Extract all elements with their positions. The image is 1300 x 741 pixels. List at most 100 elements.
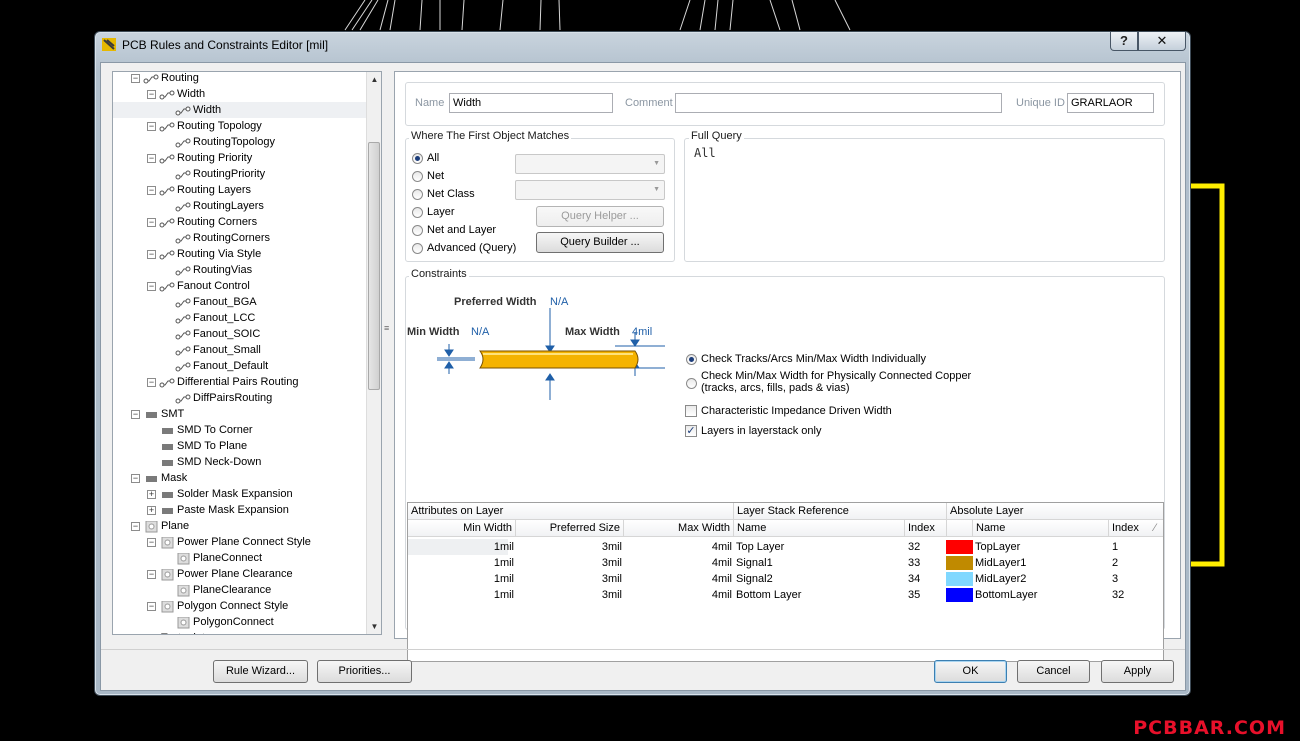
- preferred-width-value[interactable]: N/A: [550, 296, 568, 308]
- collapse-icon[interactable]: −: [147, 538, 156, 547]
- scroll-down-arrow-icon[interactable]: ▼: [367, 619, 381, 634]
- check-connected-copper-radio[interactable]: [686, 378, 697, 389]
- tree-item[interactable]: − Routing Priority: [113, 150, 367, 166]
- collapse-icon[interactable]: −: [131, 74, 140, 83]
- cell-max-width[interactable]: 4mil: [624, 539, 732, 555]
- tree-scrollbar[interactable]: ▲ ▼: [366, 72, 381, 634]
- cell-absolute-index[interactable]: 1: [1112, 539, 1162, 555]
- tree-item[interactable]: − Width: [113, 86, 367, 102]
- tree-item[interactable]: − Power Plane Clearance: [113, 566, 367, 582]
- collapse-icon[interactable]: −: [131, 522, 140, 531]
- help-button[interactable]: ?: [1110, 32, 1138, 51]
- collapse-icon[interactable]: −: [147, 602, 156, 611]
- tree-item[interactable]: − Routing Layers: [113, 182, 367, 198]
- tree-item[interactable]: DiffPairsRouting: [113, 390, 367, 406]
- match-radio-net[interactable]: [412, 171, 423, 182]
- cell-layer-stack-name[interactable]: Signal2: [736, 571, 904, 587]
- col-max-width[interactable]: Max Width: [624, 520, 734, 537]
- match-radio-net-and-layer[interactable]: [412, 225, 423, 236]
- cell-absolute-index[interactable]: 3: [1112, 571, 1162, 587]
- tree-item[interactable]: RoutingTopology: [113, 134, 367, 150]
- tree-item[interactable]: − Power Plane Connect Style: [113, 534, 367, 550]
- tree-item[interactable]: RoutingLayers: [113, 198, 367, 214]
- query-builder-button[interactable]: Query Builder ...: [536, 232, 664, 253]
- cell-min-width[interactable]: 1mil: [408, 571, 514, 587]
- splitter-grip-icon[interactable]: ≡: [384, 323, 392, 337]
- tree-item[interactable]: + Solder Mask Expansion: [113, 486, 367, 502]
- cell-layer-stack-index[interactable]: 34: [908, 571, 946, 587]
- cell-min-width[interactable]: 1mil: [408, 587, 514, 603]
- collapse-icon[interactable]: −: [131, 474, 140, 483]
- cell-layer-stack-index[interactable]: 32: [908, 539, 946, 555]
- rule-tree[interactable]: − Routing − Width Width − Routing Topology Rout…: [112, 71, 382, 635]
- priorities-button[interactable]: Priorities...: [317, 660, 412, 683]
- cell-absolute-name[interactable]: MidLayer2: [975, 571, 1107, 587]
- match-radio-net-class[interactable]: [412, 189, 423, 200]
- scroll-thumb[interactable]: [368, 142, 380, 390]
- scroll-up-arrow-icon[interactable]: ▲: [367, 72, 381, 87]
- tree-item[interactable]: RoutingCorners: [113, 230, 367, 246]
- ok-button[interactable]: OK: [934, 660, 1007, 683]
- tree-item[interactable]: − Routing: [113, 72, 367, 86]
- col-layer-stack-name[interactable]: Name: [734, 520, 905, 537]
- tree-item[interactable]: − Routing Topology: [113, 118, 367, 134]
- title-bar[interactable]: PCB Rules and Constraints Editor [mil] ?…: [95, 32, 1190, 58]
- collapse-icon[interactable]: −: [147, 218, 156, 227]
- cell-absolute-index[interactable]: 2: [1112, 555, 1162, 571]
- collapse-icon[interactable]: −: [147, 282, 156, 291]
- tree-item[interactable]: Fanout_BGA: [113, 294, 367, 310]
- cell-layer-stack-index[interactable]: 35: [908, 587, 946, 603]
- check-individual-radio[interactable]: [686, 354, 697, 365]
- tree-item[interactable]: PlaneClearance: [113, 582, 367, 598]
- tree-item[interactable]: − Routing Via Style: [113, 246, 367, 262]
- cell-absolute-name[interactable]: TopLayer: [975, 539, 1107, 555]
- impedance-driven-checkbox[interactable]: [685, 405, 697, 417]
- tree-item[interactable]: − Plane: [113, 518, 367, 534]
- cancel-button[interactable]: Cancel: [1017, 660, 1090, 683]
- cell-max-width[interactable]: 4mil: [624, 555, 732, 571]
- tree-item[interactable]: SMD To Corner: [113, 422, 367, 438]
- tree-item[interactable]: PolygonConnect: [113, 614, 367, 630]
- tree-item[interactable]: + Paste Mask Expansion: [113, 502, 367, 518]
- tree-item[interactable]: − Fanout Control: [113, 278, 367, 294]
- tree-item[interactable]: − Testpoint: [113, 630, 367, 635]
- collapse-icon[interactable]: −: [147, 570, 156, 579]
- net-combo[interactable]: ▼: [515, 154, 665, 174]
- cell-layer-stack-name[interactable]: Top Layer: [736, 539, 904, 555]
- close-button[interactable]: ✕: [1138, 32, 1186, 51]
- tree-item[interactable]: PlaneConnect: [113, 550, 367, 566]
- tree-item[interactable]: Width: [113, 102, 367, 118]
- cell-preferred-size[interactable]: 3mil: [516, 555, 622, 571]
- cell-layer-stack-name[interactable]: Bottom Layer: [736, 587, 904, 603]
- collapse-icon[interactable]: −: [147, 378, 156, 387]
- cell-absolute-name[interactable]: MidLayer1: [975, 555, 1107, 571]
- tree-item[interactable]: Fanout_SOIC: [113, 326, 367, 342]
- col-min-width[interactable]: Min Width: [408, 520, 516, 537]
- tree-item[interactable]: Fanout_Small: [113, 342, 367, 358]
- collapse-icon[interactable]: −: [133, 634, 138, 635]
- collapse-icon[interactable]: −: [147, 154, 156, 163]
- tree-item[interactable]: − SMT: [113, 406, 367, 422]
- name-input[interactable]: Width: [449, 93, 613, 113]
- match-radio-advanced-query[interactable]: [412, 243, 423, 254]
- tree-item[interactable]: SMD To Plane: [113, 438, 367, 454]
- comment-input[interactable]: [675, 93, 1002, 113]
- col-layer-stack-index[interactable]: Index: [905, 520, 947, 537]
- cell-preferred-size[interactable]: 3mil: [516, 571, 622, 587]
- cell-layer-stack-name[interactable]: Signal1: [736, 555, 904, 571]
- tree-item[interactable]: Fanout_LCC: [113, 310, 367, 326]
- full-query-text[interactable]: All: [694, 146, 716, 160]
- collapse-icon[interactable]: −: [147, 186, 156, 195]
- tree-item[interactable]: − Routing Corners: [113, 214, 367, 230]
- cell-absolute-index[interactable]: 32: [1112, 587, 1162, 603]
- net-class-combo[interactable]: ▼: [515, 180, 665, 200]
- cell-absolute-name[interactable]: BottomLayer: [975, 587, 1107, 603]
- layerstack-only-checkbox[interactable]: ✓: [685, 425, 697, 437]
- cell-layer-stack-index[interactable]: 33: [908, 555, 946, 571]
- col-absolute-index[interactable]: Index ⁄: [1109, 520, 1163, 537]
- col-color[interactable]: [947, 520, 973, 537]
- expand-icon[interactable]: +: [147, 506, 156, 515]
- collapse-icon[interactable]: −: [147, 250, 156, 259]
- tree-item[interactable]: RoutingVias: [113, 262, 367, 278]
- tree-item[interactable]: SMD Neck-Down: [113, 454, 367, 470]
